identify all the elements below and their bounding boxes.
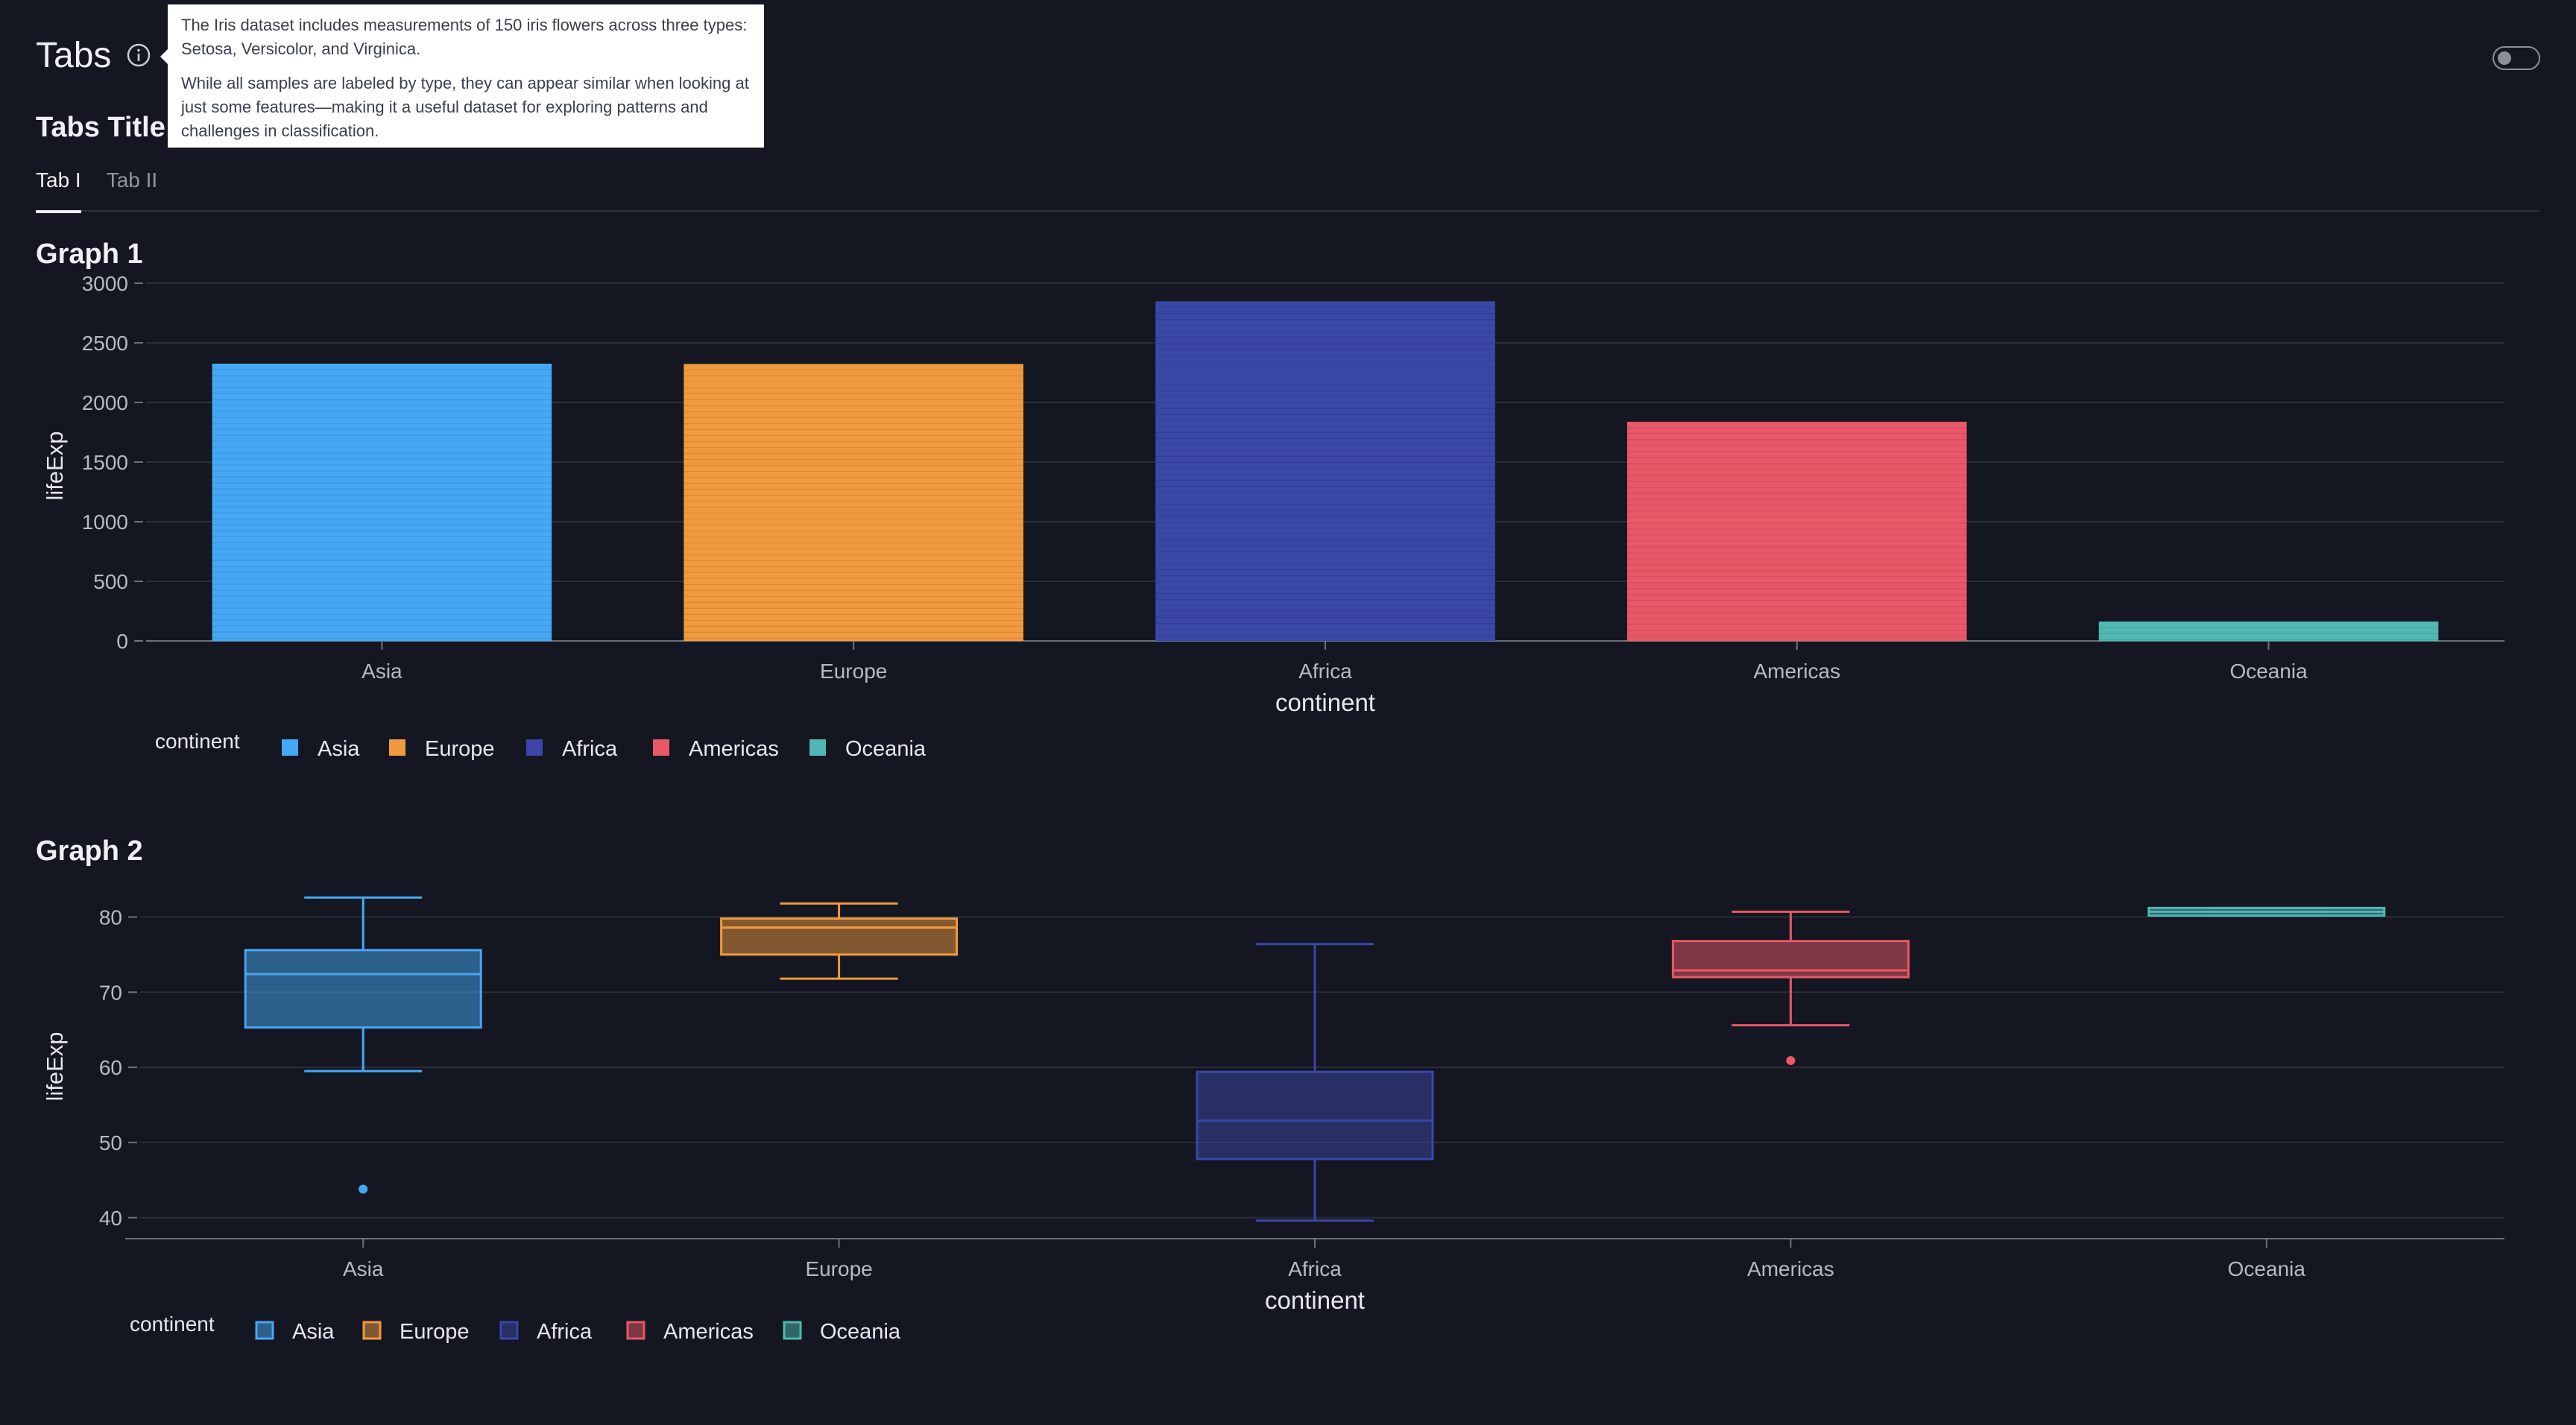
legend-swatch-oceania: [783, 1321, 802, 1340]
tooltip-arrow: [160, 49, 168, 64]
bar-americas: [1626, 421, 1967, 641]
bar-oceania: [2098, 621, 2439, 641]
header: Tabs: [36, 33, 151, 78]
section-title: Tabs Title: [36, 112, 165, 143]
box-europe: [720, 917, 959, 956]
theme-toggle[interactable]: [2493, 46, 2540, 70]
legend-label-americas: Americas: [663, 1320, 754, 1344]
box-americas: [1671, 940, 1910, 979]
page: Tabs The Iris dataset includes measureme…: [36, 0, 2540, 1425]
y-tick-label: 40: [99, 1207, 122, 1230]
box-asia: [244, 949, 482, 1029]
legend-label-americas: Americas: [689, 737, 779, 761]
y-tick-label: 80: [99, 906, 122, 929]
graph-2-title: Graph 2: [36, 835, 143, 867]
toggle-knob: [2498, 51, 2511, 65]
tooltip-paragraph-1: The Iris dataset includes measurements o…: [181, 16, 748, 58]
legend-swatch-africa: [499, 1321, 519, 1340]
legend-label-asia: Asia: [318, 737, 360, 761]
x-tick-label: Asia: [362, 660, 402, 683]
tab-2[interactable]: Tab II: [107, 164, 157, 212]
legend-label-europe: Europe: [400, 1320, 470, 1344]
x-tick-label: Europe: [820, 660, 887, 683]
y-tick-label: 500: [93, 570, 128, 593]
y-tick-label: 2000: [82, 391, 128, 414]
box-africa: [1196, 1070, 1434, 1160]
legend-label-africa: Africa: [537, 1320, 593, 1344]
x-tick-label: Africa: [1298, 660, 1352, 683]
legend-swatch-americas: [653, 739, 669, 756]
info-icon[interactable]: [126, 42, 151, 68]
legend-swatch-africa: [526, 739, 543, 756]
x-tick-label: Asia: [343, 1257, 384, 1280]
legend-swatch-europe: [362, 1321, 382, 1340]
tab-1[interactable]: Tab I: [36, 164, 81, 213]
legend-swatch-europe: [389, 739, 405, 756]
y-axis-title: lifeExp: [42, 431, 68, 500]
legend-label-asia: Asia: [292, 1320, 335, 1344]
outlier-point-asia: [359, 1184, 368, 1194]
graph-1-title: Graph 1: [36, 238, 143, 270]
legend-label-africa: Africa: [562, 737, 618, 761]
x-axis-title: continent: [1265, 1286, 1365, 1314]
x-axis-title: continent: [1275, 689, 1375, 716]
legend-swatch-asia: [282, 739, 298, 756]
y-tick-label: 50: [99, 1131, 122, 1154]
legend-swatch-oceania: [809, 739, 826, 756]
x-tick-label: Africa: [1288, 1257, 1342, 1280]
x-tick-label: Americas: [1753, 660, 1840, 683]
y-tick-label: 3000: [82, 272, 128, 295]
y-tick-label: 1000: [82, 511, 128, 534]
legend-title: continent: [155, 730, 240, 753]
y-axis-title: lifeExp: [42, 1031, 68, 1101]
info-tooltip: The Iris dataset includes measurements o…: [160, 4, 764, 148]
tooltip-paragraph-2: While all samples are labeled by type, t…: [181, 74, 749, 140]
bar-africa: [1155, 301, 1495, 641]
page-title: Tabs: [36, 35, 112, 75]
y-tick-label: 60: [99, 1056, 122, 1079]
x-tick-label: Americas: [1747, 1257, 1834, 1280]
legend-title: continent: [130, 1312, 215, 1336]
tab-bar: Tab I Tab II: [36, 164, 2540, 213]
legend-swatch-americas: [626, 1321, 645, 1340]
x-tick-label: Oceania: [2229, 660, 2308, 683]
legend-label-oceania: Oceania: [845, 737, 926, 761]
legend-label-oceania: Oceania: [820, 1320, 901, 1344]
legend-label-europe: Europe: [425, 737, 495, 761]
x-tick-label: Europe: [805, 1257, 872, 1280]
x-tick-label: Oceania: [2228, 1257, 2306, 1280]
graph-1-chart: 0 500 1000 1500 2000 2500 3000 Asia Europe Africa…: [42, 272, 2504, 761]
graph-2-chart: 40 50 60 70 80 Asia Europe Africa Americas Oceani…: [42, 896, 2504, 1344]
y-tick-label: 2500: [82, 332, 128, 355]
legend-swatch-asia: [255, 1321, 274, 1340]
y-tick-label: 0: [116, 630, 128, 653]
y-tick-label: 70: [99, 981, 122, 1004]
outlier-point-americas: [1786, 1056, 1796, 1066]
y-tick-label: 1500: [82, 451, 128, 474]
